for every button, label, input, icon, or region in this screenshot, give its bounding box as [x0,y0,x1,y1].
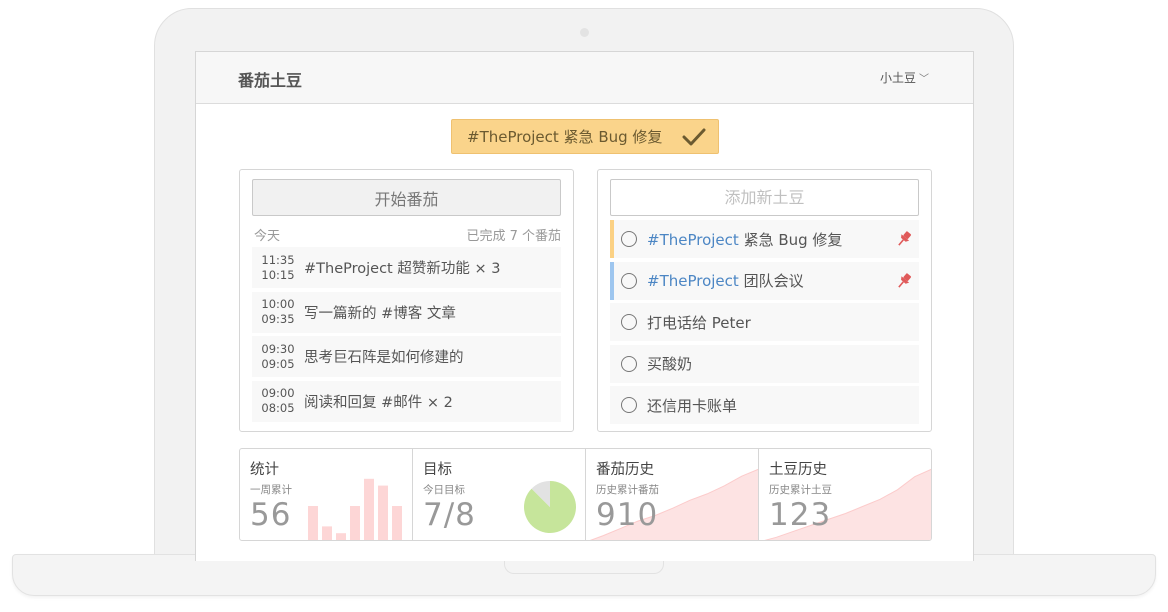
bar-3 [336,533,346,540]
pin-icon[interactable] [895,230,913,248]
stat-subtitle: 一周累计 [250,484,292,496]
pomodoro-list: 11:35 10:15 #TheProject 超赞新功能 × 3 10:00 … [252,247,561,425]
pomodoro-title: 思考巨石阵是如何修建的 [304,350,464,366]
pomodoro-title: #TheProject 超赞新功能 × 3 [304,261,501,277]
user-name: 小土豆 [879,71,916,85]
pomodoro-item[interactable]: 09:00 08:05 阅读和回复 #邮件 × 2 [252,380,561,422]
start-time: 09:30 [261,341,295,356]
todo-text: #TheProject 团队会议 [647,270,804,291]
app-title: 番茄土豆 [238,71,303,90]
todo-accent-bar [610,261,614,300]
todo-checkbox[interactable] [621,272,637,289]
end-time: 10:15 [261,267,295,282]
stat-title: 土豆历史 [769,462,827,478]
todo-checkbox[interactable] [621,355,637,372]
stat-value: 56 [250,497,292,533]
camera-icon [580,28,589,37]
today-label: 今天 [254,229,281,244]
current-task-label: #TheProject 紧急 Bug 修复 [467,128,663,146]
stat-subtitle: 历史累计番茄 [596,484,659,496]
todo-item[interactable]: #TheProject 紧急 Bug 修复 [610,220,919,258]
todo-text: #TheProject 紧急 Bug 修复 [647,229,842,250]
stat-subtitle: 今日目标 [423,484,465,496]
bar-2 [322,526,332,540]
start-time: 11:35 [261,252,295,267]
start-time: 09:00 [261,386,295,400]
stat-title: 目标 [423,462,452,478]
todo-tag[interactable]: #TheProject [647,231,739,249]
start-time: 10:00 [261,297,295,311]
pomodoro-times: 10:00 09:35 [252,297,304,327]
stat-todo-history[interactable]: 土豆历史 历史累计土豆 123 [759,449,931,540]
bar-7 [392,506,402,540]
stats-bar: 统计 一周累计 56 目标 今日目标 7/8 番茄历史 历史累计番茄 910 土… [239,448,932,541]
pomodoro-panel: 开始番茄 今天 已完成 7 个番茄 11:35 10:15 #TheProjec… [239,169,574,432]
end-time: 09:35 [261,312,295,326]
app-screen: 番茄土豆 小土豆 ﹀ #TheProject 紧急 Bug 修复 开始番茄 今天… [195,51,974,561]
check-icon[interactable] [682,127,706,147]
todo-tag[interactable]: #TheProject [647,272,739,290]
pomodoro-item[interactable]: 10:00 09:35 写一篇新的 #博客 文章 [252,291,561,333]
pin-icon[interactable] [895,272,913,290]
end-time: 09:05 [261,356,295,371]
chevron-down-icon: ﹀ [919,74,929,85]
stat-title: 番茄历史 [596,462,654,478]
pomodoro-item[interactable]: 09:30 09:05 思考巨石阵是如何修建的 [252,336,561,377]
todo-item[interactable]: 打电话给 Peter [610,303,919,341]
stat-value: 910 [596,497,659,533]
todo-panel: #TheProject 紧急 Bug 修复 #TheProject 团队会议 [597,169,932,432]
pomodoro-times: 11:35 10:15 [252,253,304,283]
bar-4 [350,506,360,540]
pomodoro-times: 09:30 09:05 [252,342,304,372]
todo-item[interactable]: #TheProject 团队会议 [610,261,919,300]
stat-value: 7/8 [423,497,476,533]
todo-item[interactable]: 买酸奶 [610,344,919,383]
bar-6 [378,485,388,540]
start-pomodoro-button[interactable]: 开始番茄 [252,179,561,216]
stat-pomodoro-history[interactable]: 番茄历史 历史累计番茄 910 [586,449,759,540]
pomodoro-title: 阅读和回复 #邮件 × 2 [304,394,453,411]
current-task-banner[interactable]: #TheProject 紧急 Bug 修复 [451,119,719,154]
stat-weekly[interactable]: 统计 一周累计 56 [240,449,413,540]
todo-accent-bar [610,220,614,258]
stat-title: 统计 [250,462,279,478]
app-header: 番茄土豆 小土豆 ﹀ [196,52,973,104]
todo-item[interactable]: 还信用卡账单 [610,386,919,424]
todo-label: 紧急 Bug 修复 [738,230,843,249]
today-summary: 今天 已完成 7 个番茄 [254,225,561,244]
todo-checkbox[interactable] [621,314,637,330]
pomodoro-item[interactable]: 11:35 10:15 #TheProject 超赞新功能 × 3 [252,247,561,288]
bar-1 [308,506,318,540]
stat-goal[interactable]: 目标 今日目标 7/8 [413,449,586,540]
todo-list: #TheProject 紧急 Bug 修复 #TheProject 团队会议 打… [610,220,919,428]
add-todo-input[interactable] [610,179,919,216]
stat-value: 123 [769,497,832,533]
todo-label: 还信用卡账单 [647,396,738,415]
pomodoro-times: 09:00 08:05 [252,386,304,416]
pomodoro-title: 写一篇新的 #博客 文章 [304,305,456,322]
todo-label: 买酸奶 [647,355,693,373]
end-time: 08:05 [261,401,295,415]
todo-label: 团队会议 [738,272,804,290]
stat-subtitle: 历史累计土豆 [769,484,832,496]
user-menu[interactable]: 小土豆 ﹀ [880,69,929,86]
todo-checkbox[interactable] [621,397,637,413]
bar-5 [364,478,374,540]
todo-checkbox[interactable] [621,231,637,247]
completed-count: 已完成 7 个番茄 [466,229,561,244]
todo-label: 打电话给 Peter [647,313,751,332]
